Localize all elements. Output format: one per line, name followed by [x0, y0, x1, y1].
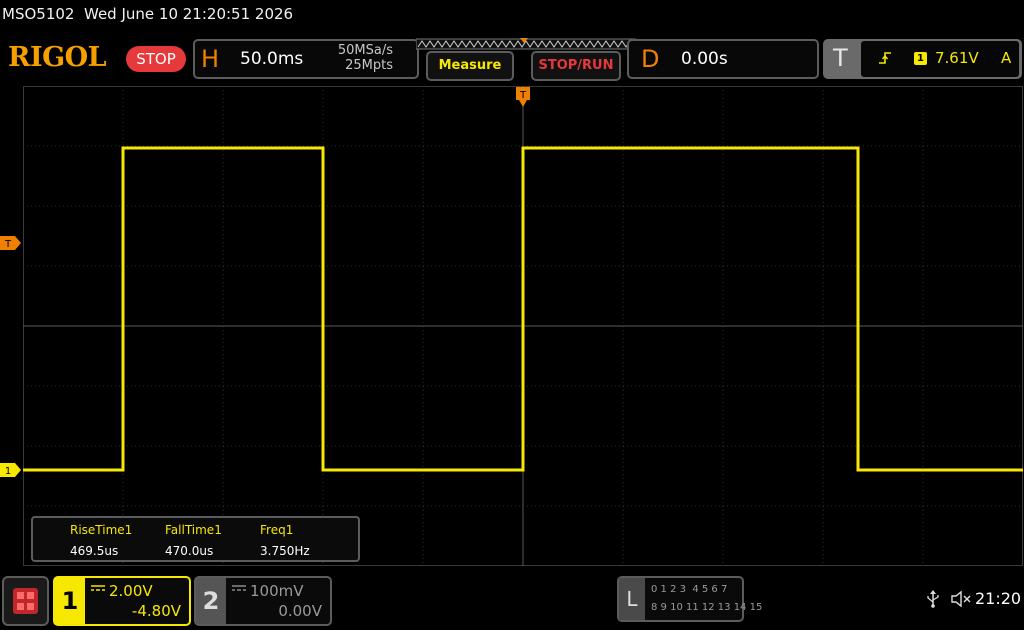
grid-menu-icon	[13, 588, 38, 614]
horizontal-panel[interactable]: H 50.0ms 50MSa/s 25Mpts	[193, 39, 419, 79]
measurement-name: FallTime1	[165, 523, 222, 537]
model-name: MSO5102	[2, 5, 75, 23]
acquisition-info: 50MSa/s 25Mpts	[333, 43, 393, 73]
delay-letter: D	[641, 45, 660, 73]
title-line: MSO5102 Wed June 10 21:20:51 2026	[2, 5, 293, 23]
delay-value: 0.00s	[681, 49, 728, 69]
ch2-offset: 0.00V	[278, 602, 322, 620]
measure-button[interactable]: Measure	[426, 51, 514, 81]
ch1-panel[interactable]: 1 2.00V -4.80V	[53, 576, 191, 626]
trigger-mode: A	[1001, 49, 1012, 67]
sample-rate: 50MSa/s	[337, 43, 393, 58]
datetime: Wed June 10 21:20:51 2026	[84, 5, 294, 23]
trigger-panel[interactable]: T 1 7.61V A	[823, 39, 1022, 79]
clock: 21:20	[975, 589, 1022, 608]
ch1-offset-marker[interactable]: 1	[0, 463, 22, 477]
ch2-panel[interactable]: 2 100mV 0.00V	[194, 576, 332, 626]
ch1-scale: 2.00V	[109, 582, 153, 600]
dc-coupling-icon	[232, 585, 246, 591]
horizontal-letter: H	[201, 45, 220, 73]
trigger-level: 7.61V	[935, 49, 979, 67]
waveform-graticule[interactable]	[23, 86, 1023, 566]
ch1-number: 1	[55, 578, 85, 624]
measurement-panel[interactable]: RiseTime1 469.5us FallTime1 470.0us Freq…	[31, 516, 360, 562]
memory-overview-strip[interactable]	[416, 37, 636, 51]
stop-run-button[interactable]: STOP/RUN	[531, 51, 621, 81]
measurement-name: Freq1	[260, 523, 294, 537]
logic-channels-row-2: 8 9 10 11 12 13 14 15	[651, 602, 763, 613]
ch1-offset: -4.80V	[131, 602, 181, 620]
speaker-muted-icon[interactable]	[950, 590, 972, 608]
measurement-value: 3.750Hz	[260, 544, 310, 558]
delay-panel[interactable]: D 0.00s	[627, 39, 819, 79]
ch1-marker-label: 1	[5, 466, 11, 477]
trigger-source: 1	[914, 52, 927, 65]
ch2-number: 2	[196, 578, 226, 624]
usb-icon	[927, 590, 939, 608]
trigger-level-marker[interactable]: T	[0, 236, 22, 250]
trigger-level-label: T	[4, 239, 12, 250]
measurement-value: 470.0us	[165, 544, 214, 558]
measurement-name: RiseTime1	[70, 523, 133, 537]
time-scale: 50.0ms	[240, 49, 304, 69]
trigger-info: 1 7.61V A	[861, 41, 1019, 77]
ch2-scale: 100mV	[250, 582, 304, 600]
run-state-badge[interactable]: STOP	[126, 46, 186, 72]
rising-edge-icon	[879, 52, 891, 64]
logic-channels-row-1: 0 1 2 3 4 5 6 7	[651, 584, 728, 595]
memory-depth: 25Mpts	[345, 58, 393, 73]
trigger-letter: T	[833, 44, 848, 72]
brand-logo: RIGOL	[8, 42, 107, 73]
dc-coupling-icon	[91, 585, 105, 591]
logic-analyzer-panel[interactable]: L 0 1 2 3 4 5 6 7 8 9 10 11 12 13 14 15	[617, 576, 762, 622]
main-menu-button[interactable]	[2, 576, 49, 626]
ch1-trace	[23, 146, 1023, 472]
measurement-value: 469.5us	[70, 544, 119, 558]
trigger-position-label: T	[519, 90, 527, 101]
logic-letter: L	[619, 578, 645, 620]
trigger-position-marker[interactable]: T	[516, 87, 530, 109]
